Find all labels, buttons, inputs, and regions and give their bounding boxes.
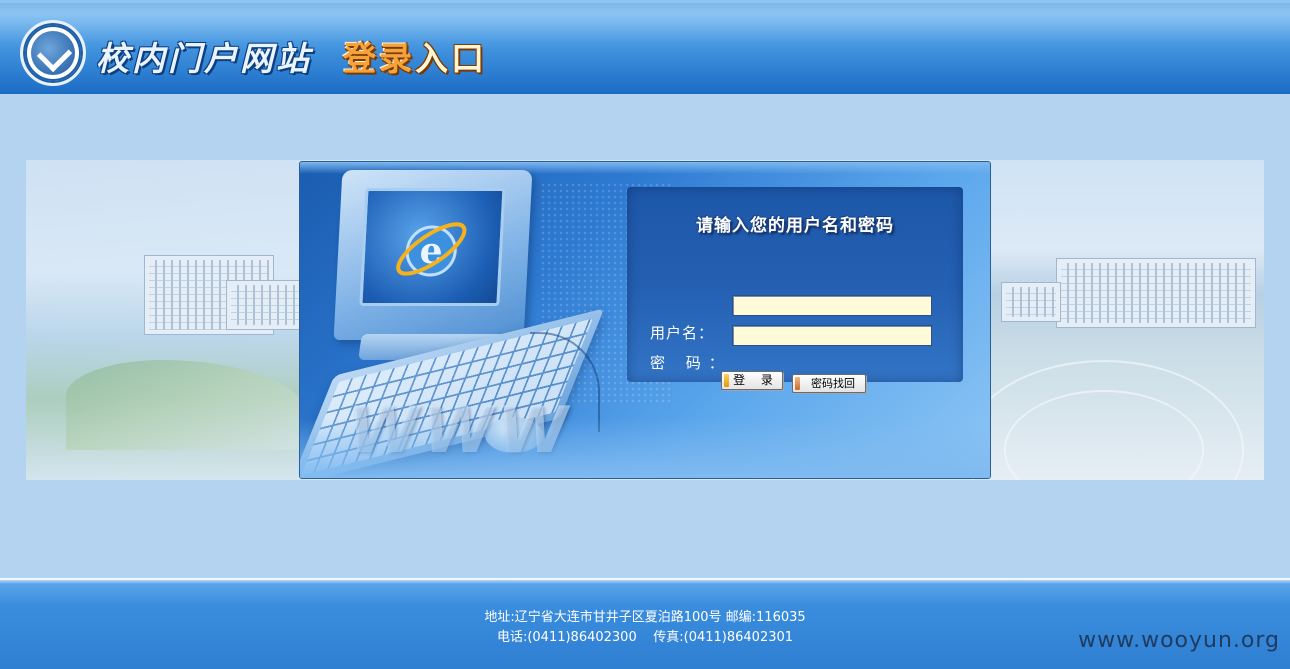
login-button-stripe [724, 374, 729, 387]
recover-button-stripe [795, 377, 800, 390]
footer-address: 地址:辽宁省大连市甘井子区夏泊路100号 邮编:116035 [484, 610, 806, 625]
computer-monitor-icon: e [333, 170, 533, 340]
watermark-text: www.wooyun.org [1078, 628, 1280, 653]
password-input[interactable] [732, 325, 932, 346]
page-footer: 地址:辽宁省大连市甘井子区夏泊路100号 邮编:116035 电话:(0411)… [0, 578, 1290, 669]
password-label: 密 码： [650, 354, 732, 372]
campus-building-right-2 [1001, 282, 1061, 322]
school-logo-icon [20, 20, 86, 86]
username-input[interactable] [732, 295, 932, 316]
login-prompt: 请输入您的用户名和密码 [696, 216, 894, 236]
site-subtitle: 登录入口 [343, 32, 487, 80]
monitor-screen: e [359, 188, 506, 306]
page-header: 校内门户网站 登录入口 [0, 0, 1290, 94]
login-button-label: 登 录 [733, 373, 779, 387]
campus-building-left-2 [226, 280, 306, 330]
ie-browser-icon: e [396, 222, 467, 277]
login-form: 请输入您的用户名和密码 用户名： 密 码： [627, 187, 963, 382]
recover-button-label: 密码找回 [811, 377, 855, 390]
login-button[interactable]: 登 录 [721, 371, 783, 390]
campus-building-right [1056, 258, 1256, 328]
site-title: 校内门户网站 [96, 39, 312, 78]
recover-password-button[interactable]: 密码找回 [792, 374, 866, 393]
site-subtitle-login: 登录 [343, 39, 415, 78]
username-label: 用户名： [650, 324, 715, 342]
site-subtitle-entry: 入口 [415, 39, 487, 78]
logo-emblem [31, 31, 75, 75]
login-panel: e WWW 请输入您的用户名和密码 用户名： 密 码： [299, 161, 991, 479]
